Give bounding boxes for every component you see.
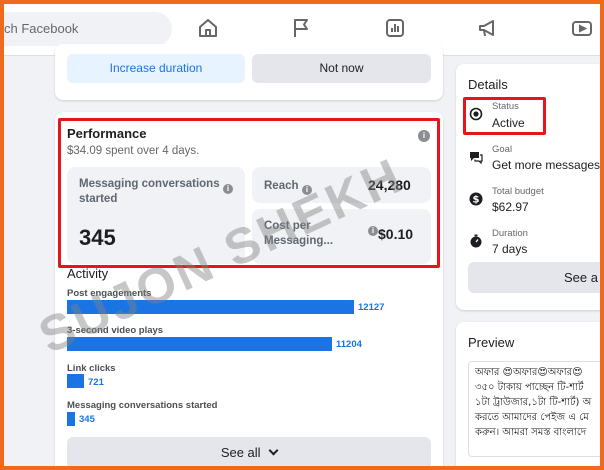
- activity-row-label: 3-second video plays: [67, 325, 164, 336]
- reach-label: Reach: [264, 180, 299, 192]
- activity-bar-messaging: [67, 412, 75, 426]
- activity-row-label: Messaging conversations started: [67, 400, 218, 411]
- details-title: Details: [468, 77, 508, 92]
- reach-value: 24,280: [368, 177, 411, 193]
- performance-info-icon[interactable]: i: [418, 126, 430, 144]
- reach-info-icon[interactable]: i: [302, 180, 312, 198]
- preview-line: অফার 😍অফার😍অফার😍: [475, 367, 583, 378]
- preview-line: ১টা ট্রাউজার,১টা টি-শার্ট) অ: [475, 397, 592, 408]
- dollar-icon: $: [469, 192, 483, 206]
- flag-icon[interactable]: [289, 16, 313, 40]
- status-value: Active: [492, 116, 525, 130]
- activity-bar-video-plays: [67, 337, 332, 351]
- search-input[interactable]: ch Facebook: [0, 12, 172, 46]
- chat-icon: [469, 150, 483, 164]
- messaging-info-icon[interactable]: i: [223, 179, 233, 197]
- activity-row-label: Link clicks: [67, 363, 116, 374]
- megaphone-icon[interactable]: [476, 16, 500, 40]
- preview-line: করতে আমাদের পেইজ এ মে: [475, 412, 589, 423]
- activity-title: Activity: [67, 266, 109, 281]
- goal-label: Goal: [492, 144, 513, 155]
- messaging-value: 345: [79, 225, 116, 250]
- stopwatch-icon: [469, 234, 483, 248]
- goal-value: Get more messages: [492, 158, 601, 172]
- duration-value: 7 days: [492, 242, 528, 256]
- increase-duration-button[interactable]: Increase duration: [67, 54, 245, 83]
- video-icon[interactable]: [570, 16, 594, 40]
- budget-label: Total budget: [492, 186, 544, 197]
- radio-icon: [469, 107, 483, 121]
- not-now-button[interactable]: Not now: [252, 54, 431, 83]
- see-all-button[interactable]: See all: [67, 437, 431, 470]
- performance-title: Performance: [67, 126, 147, 141]
- preview-line: ৩৫০ টাকায় পাচ্ছেন টি-শার্ট: [475, 382, 584, 393]
- cost-label: Cost per Messaging...: [264, 220, 334, 247]
- home-icon[interactable]: [196, 16, 220, 40]
- budget-value: $62.97: [492, 200, 529, 214]
- cost-value: $0.10: [378, 226, 414, 242]
- ad-preview-text: অফার 😍অফার😍অফার😍 ৩৫০ টাকায় পাচ্ছেন টি-শ…: [468, 361, 604, 457]
- performance-spent: $34.09 spent over 4 days.: [67, 145, 200, 157]
- messaging-label: Messaging conversations started: [79, 178, 220, 205]
- activity-bar-link-clicks: [67, 374, 84, 388]
- preview-title: Preview: [468, 335, 515, 350]
- preview-line: করুন। আমরা সমস্ত বাংলাদে: [475, 427, 587, 438]
- activity-bar-post-engagements: [67, 300, 354, 314]
- svg-text:$: $: [473, 195, 480, 206]
- status-label: Status: [492, 101, 519, 112]
- duration-label: Duration: [492, 228, 528, 239]
- activity-value: 345: [79, 414, 95, 425]
- activity-value: 12127: [358, 302, 385, 313]
- activity-row-label: Post engagements: [67, 288, 152, 299]
- cost-info-icon[interactable]: i: [368, 221, 378, 239]
- insights-icon[interactable]: [383, 16, 407, 40]
- chevron-down-icon: [268, 445, 279, 456]
- activity-value: 721: [88, 377, 104, 388]
- see-all-details-button[interactable]: See a: [468, 262, 604, 293]
- activity-value: 11204: [336, 339, 362, 350]
